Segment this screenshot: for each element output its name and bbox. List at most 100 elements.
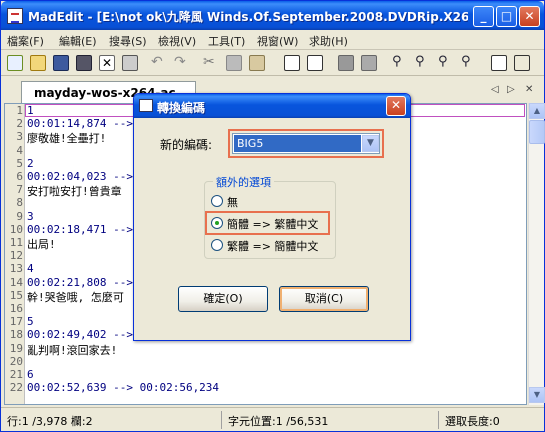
status-char-position: 字元位置:1 /56,531 (228, 415, 329, 428)
vertical-scrollbar[interactable]: ▲ ▼ (528, 103, 545, 405)
status-divider (438, 411, 439, 429)
code-line: 2 (27, 156, 34, 170)
line-number: 21 (9, 368, 23, 381)
tab-prev-icon[interactable]: ◁ (491, 84, 499, 95)
line-number: 22 (9, 381, 23, 395)
close-button[interactable]: ✕ (519, 6, 540, 27)
scroll-up-icon[interactable]: ▲ (529, 103, 545, 119)
line-number: 19 (9, 341, 23, 355)
status-divider (221, 411, 222, 429)
menu-edit[interactable]: 編輯(E) (59, 33, 97, 49)
encoding-label: 新的編碼: (160, 138, 213, 152)
ok-button[interactable]: 確定(O) (178, 286, 268, 312)
line-number: 12 (9, 249, 23, 263)
code-line: 00:02:04,023 --> (27, 170, 133, 183)
close-file-icon[interactable]: ✕ (99, 55, 115, 71)
dialog-close-button[interactable]: ✕ (386, 96, 406, 116)
radio-simplified-to-traditional[interactable] (211, 217, 223, 229)
uncomment-icon[interactable] (361, 55, 377, 71)
encoding-value: BIG5 (234, 135, 361, 152)
code-line: 00:02:49,402 --> (27, 328, 133, 342)
cut-icon[interactable]: ✂ (203, 55, 219, 71)
radio-traditional-to-simplified[interactable] (211, 239, 223, 251)
radio-none[interactable] (211, 195, 223, 207)
maximize-button[interactable]: □ (496, 6, 517, 27)
code-line: 1 (27, 104, 34, 117)
find-icon[interactable]: ⚲ (392, 55, 408, 71)
minimize-button[interactable]: _ (473, 6, 494, 27)
cancel-button[interactable]: 取消(C) (279, 286, 369, 312)
line-number: 20 (9, 354, 23, 368)
column-mode-icon[interactable] (514, 55, 530, 71)
line-number: 4 (16, 143, 23, 157)
line-number: 17 (9, 315, 23, 329)
undo-icon[interactable]: ↶ (151, 55, 167, 71)
line-number: 10 (9, 222, 23, 236)
code-line: 廖敬雄!全壘打! (27, 132, 107, 146)
line-number: 3 (16, 130, 23, 144)
scroll-thumb[interactable] (529, 120, 545, 144)
find-next-icon[interactable]: ⚲ (415, 55, 431, 71)
line-number: 15 (9, 288, 23, 302)
status-selection-length: 選取長度:0 (445, 415, 500, 428)
encoding-select[interactable]: BIG5 ▼ (232, 133, 380, 154)
line-number: 5 (16, 156, 23, 170)
code-line: 00:02:52,639 --> 00:02:56,234 (27, 381, 220, 395)
chevron-down-icon[interactable]: ▼ (362, 135, 379, 152)
status-line-col: 行:1 /3,978 欄:2 (7, 415, 93, 428)
title-bar[interactable]: MadEdit - [E:\not ok\九降風 Winds.Of.Septem… (1, 1, 544, 30)
status-bar: 行:1 /3,978 欄:2 字元位置:1 /56,531 選取長度:0 (1, 407, 544, 431)
open-folder-icon[interactable] (30, 55, 46, 71)
close-all-icon[interactable] (122, 55, 138, 71)
line-number: 6 (16, 170, 23, 183)
code-line: 00:01:14,874 --> (27, 117, 133, 131)
code-line: 出局! (27, 238, 56, 251)
line-number: 2 (16, 117, 23, 131)
dialog-title-bar[interactable]: 轉換編碼 ✕ (134, 94, 410, 118)
comment-icon[interactable] (338, 55, 354, 71)
convert-encoding-dialog: 轉換編碼 ✕ 新的編碼: BIG5 ▼ 額外的選項 無 簡體 => 繁體中文 繁… (133, 93, 411, 341)
dialog-title: 轉換編碼 (157, 101, 206, 115)
save-icon[interactable] (53, 55, 69, 71)
line-number: 14 (9, 275, 23, 289)
tab-next-icon[interactable]: ▷ (507, 84, 515, 95)
new-file-icon[interactable] (7, 55, 23, 71)
line-number: 16 (9, 302, 23, 315)
code-line: 00:02:18,471 --> (27, 222, 133, 236)
code-line: 安打啦安打!曾貴章 (27, 185, 122, 199)
line-number: 11 (9, 236, 23, 249)
radio-simplified-to-traditional-label: 簡體 => 繁體中文 (227, 218, 319, 231)
code-line: 亂判啊!滾回家去! (27, 343, 118, 357)
line-number: 1 (16, 104, 23, 117)
text-mode-icon[interactable] (491, 55, 507, 71)
copy-icon[interactable] (226, 55, 242, 71)
indent-icon[interactable] (284, 55, 300, 71)
line-number: 13 (9, 262, 23, 276)
menu-search[interactable]: 搜尋(S) (109, 33, 147, 49)
tab-close-icon[interactable]: ✕ (525, 84, 533, 95)
code-line: 3 (27, 209, 34, 223)
code-line: 4 (27, 262, 34, 276)
scroll-down-icon[interactable]: ▼ (529, 387, 545, 403)
toolbar: ✕ ↶ ↷ ✂ ⚲ ⚲ ⚲ ⚲ (1, 51, 544, 76)
line-number: 9 (16, 209, 23, 223)
menu-bar: 檔案(F) 編輯(E) 搜尋(S) 檢視(V) 工具(T) 視窗(W) 求助(H… (1, 30, 544, 50)
menu-tools[interactable]: 工具(T) (208, 33, 245, 49)
replace-icon[interactable]: ⚲ (461, 55, 477, 71)
menu-file[interactable]: 檔案(F) (7, 33, 44, 49)
redo-icon[interactable]: ↷ (174, 55, 190, 71)
menu-help[interactable]: 求助(H) (309, 33, 348, 49)
extra-options-group: 額外的選項 無 簡體 => 繁體中文 繁體 => 簡體中文 (204, 174, 336, 259)
code-line: 5 (27, 315, 34, 329)
menu-window[interactable]: 視窗(W) (257, 33, 298, 49)
window-title: MadEdit - [E:\not ok\九降風 Winds.Of.Septem… (28, 10, 468, 24)
paste-icon[interactable] (249, 55, 265, 71)
line-number: 7 (16, 183, 23, 197)
extra-options-label: 額外的選項 (213, 174, 274, 190)
unindent-icon[interactable] (307, 55, 323, 71)
line-number: 8 (16, 196, 23, 210)
save-all-icon[interactable] (76, 55, 92, 71)
app-icon (7, 8, 23, 24)
menu-view[interactable]: 檢視(V) (158, 33, 196, 49)
find-previous-icon[interactable]: ⚲ (438, 55, 454, 71)
